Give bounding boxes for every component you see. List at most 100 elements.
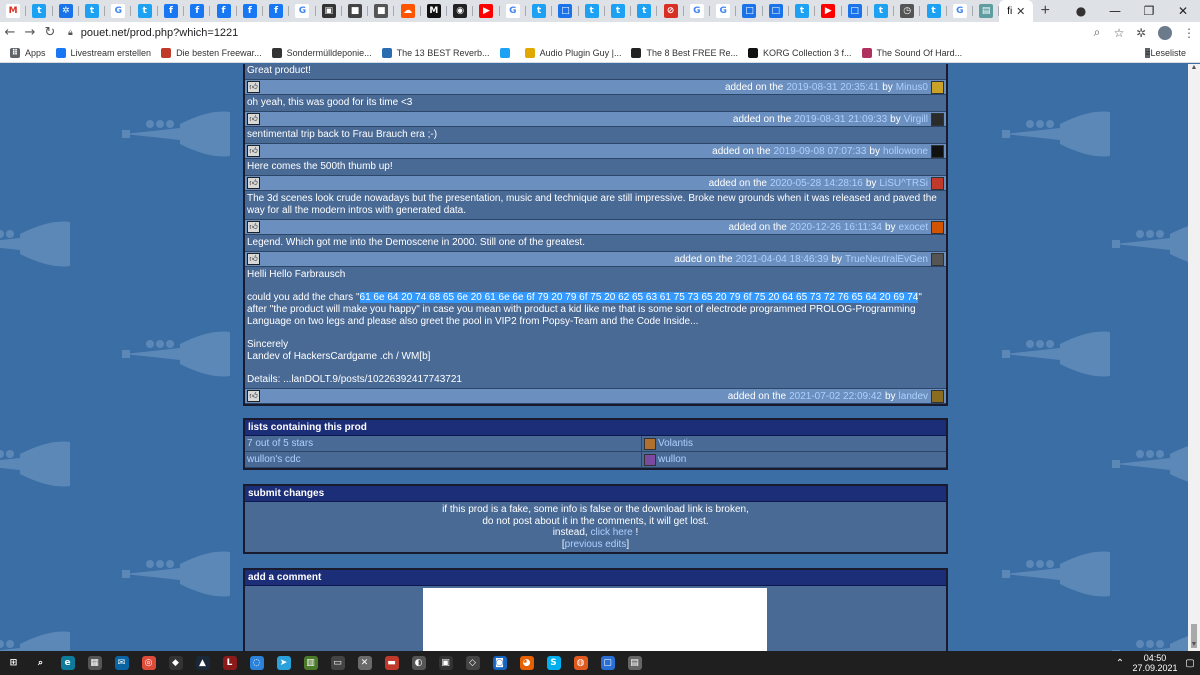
profile-avatar[interactable] xyxy=(1158,25,1172,40)
user-avatar[interactable] xyxy=(931,80,944,94)
taskbar-app[interactable]: ✕ xyxy=(351,651,378,675)
browser-tab[interactable]: t xyxy=(631,0,658,22)
bookmark-item[interactable]: ⠿ Apps xyxy=(10,47,46,58)
taskbar-app[interactable]: L xyxy=(216,651,243,675)
browser-tab[interactable]: ▶ xyxy=(815,0,842,22)
list-name-link[interactable]: 7 out of 5 stars xyxy=(245,436,642,451)
profile-circle-icon[interactable]: ● xyxy=(1064,0,1098,22)
vertical-scrollbar[interactable]: ▲ ▼ xyxy=(1188,64,1200,651)
browser-tab[interactable]: G xyxy=(105,0,132,22)
browser-tab[interactable]: ◉ xyxy=(447,0,474,22)
browser-tab[interactable]: ✲ xyxy=(53,0,79,22)
comment-timestamp[interactable]: 2019-08-31 20:35:41 xyxy=(786,82,879,93)
bookmark-item[interactable]: Livestream erstellen xyxy=(55,47,151,58)
new-tab-icon[interactable]: + xyxy=(1033,2,1057,20)
scroll-up-icon[interactable]: ▲ xyxy=(1188,64,1200,74)
taskbar-app[interactable]: ◆ xyxy=(162,651,189,675)
forward-icon[interactable]: → xyxy=(20,25,40,40)
reload-icon[interactable]: ↻ xyxy=(40,25,60,40)
comment-user-link[interactable]: LiSU^TRSi xyxy=(879,178,928,189)
browser-tab[interactable]: □ xyxy=(763,0,789,22)
browser-tab[interactable]: t xyxy=(579,0,605,22)
comment-timestamp[interactable]: 2021-04-04 18:46:39 xyxy=(736,254,829,265)
user-avatar[interactable] xyxy=(931,112,944,126)
comment-timestamp[interactable]: 2019-08-31 21:09:33 xyxy=(794,114,887,125)
taskbar-app[interactable]: S xyxy=(540,651,567,675)
user-avatar[interactable] xyxy=(931,144,944,158)
taskbar-app[interactable]: ▥ xyxy=(297,651,324,675)
browser-tab[interactable]: t xyxy=(789,0,816,22)
taskbar-app[interactable]: ▲ xyxy=(189,651,216,675)
notifications-icon[interactable]: ▢ xyxy=(1180,658,1200,669)
comment-user-link[interactable]: Minus0 xyxy=(896,82,928,93)
browser-tab[interactable]: M xyxy=(421,0,448,22)
browser-tab[interactable]: t xyxy=(26,0,53,22)
browser-tab[interactable]: ▶ xyxy=(473,0,500,22)
reading-list[interactable]: ≡ Leseliste xyxy=(1145,47,1186,58)
taskbar-app[interactable]: ▤ xyxy=(621,651,648,675)
bookmark-item[interactable]: Die besten Freewar... xyxy=(161,47,262,58)
browser-tab[interactable]: f xyxy=(263,0,290,22)
browser-tab[interactable]: □ xyxy=(736,0,763,22)
taskbar-app[interactable]: e xyxy=(54,651,81,675)
bookmark-item[interactable]: The 8 Best FREE Re... xyxy=(631,47,738,58)
browser-tab[interactable]: t xyxy=(920,0,947,22)
browser-tab[interactable]: ☁ xyxy=(394,0,421,22)
taskbar-app[interactable]: ◕ xyxy=(513,651,540,675)
back-icon[interactable]: ← xyxy=(0,25,20,40)
user-avatar[interactable] xyxy=(931,389,944,403)
taskbar-app[interactable]: ⊞ xyxy=(0,651,27,675)
taskbar-app[interactable]: ◇ xyxy=(459,651,486,675)
browser-tab[interactable]: ◷ xyxy=(894,0,921,22)
bookmark-item[interactable] xyxy=(499,47,515,58)
minimize-icon[interactable]: — xyxy=(1098,0,1132,22)
owner-avatar[interactable] xyxy=(644,453,656,466)
browser-tab[interactable]: M xyxy=(0,0,27,22)
clock[interactable]: 04:50 27.09.2021 xyxy=(1130,653,1180,673)
maximize-icon[interactable]: ❐ xyxy=(1132,0,1166,22)
browser-tab[interactable]: G xyxy=(684,0,711,22)
list-owner-link[interactable]: wullon xyxy=(658,454,686,465)
taskbar-app[interactable]: ◍ xyxy=(567,651,594,675)
bookmark-item[interactable]: Sondermülldeponie... xyxy=(271,47,372,58)
browser-tab[interactable]: t xyxy=(79,0,106,22)
zoom-icon[interactable]: ⌕ xyxy=(1086,25,1108,40)
browser-tab[interactable]: G xyxy=(947,0,973,22)
bookmark-star-icon[interactable]: ☆ xyxy=(1108,26,1130,40)
comment-user-link[interactable]: hollowone xyxy=(883,146,928,157)
browser-tab[interactable]: ■ xyxy=(342,0,369,22)
browser-tab[interactable]: □ xyxy=(552,0,579,22)
taskbar-app[interactable]: ▬ xyxy=(378,651,405,675)
taskbar-app[interactable]: ◌ xyxy=(243,651,270,675)
tray-chevron-icon[interactable]: ⌃ xyxy=(1110,658,1130,669)
comment-user-link[interactable]: Virgill xyxy=(904,114,928,125)
close-tab-icon[interactable]: ✕ xyxy=(1016,5,1025,18)
browser-tab-active[interactable]: fi ✕ xyxy=(999,0,1034,22)
browser-tab[interactable]: f xyxy=(210,0,237,22)
comment-timestamp[interactable]: 2021-07-02 22:09:42 xyxy=(789,391,882,402)
address-bar[interactable]: 🔒︎ pouet.net/prod.php?which=1221 xyxy=(60,23,1086,42)
browser-tab[interactable]: f xyxy=(158,0,185,22)
comment-user-link[interactable]: landev xyxy=(899,391,928,402)
user-avatar[interactable] xyxy=(931,220,944,234)
close-window-icon[interactable]: ✕ xyxy=(1166,0,1200,22)
comment-user-link[interactable]: TrueNeutralEvGen xyxy=(845,254,928,265)
menu-icon[interactable]: ⋮ xyxy=(1178,26,1200,40)
selected-hex-text[interactable]: 61 6e 64 20 74 68 65 6e 20 61 6e 6e 6f 7… xyxy=(359,292,919,303)
browser-tab[interactable]: t xyxy=(131,0,158,22)
extensions-icon[interactable]: ✲ xyxy=(1130,26,1152,40)
comment-textarea[interactable] xyxy=(423,588,767,651)
user-avatar[interactable] xyxy=(931,176,944,190)
scroll-down-icon[interactable]: ▼ xyxy=(1188,641,1200,651)
browser-tab[interactable]: t xyxy=(605,0,632,22)
browser-tab[interactable]: f xyxy=(237,0,263,22)
bookmark-item[interactable]: The Sound Of Hard... xyxy=(861,47,962,58)
bookmark-item[interactable]: The 13 BEST Reverb... xyxy=(381,47,490,58)
comment-timestamp[interactable]: 2020-12-26 16:11:34 xyxy=(790,222,882,233)
click-here-link[interactable]: click here xyxy=(591,527,633,538)
browser-tab[interactable]: t xyxy=(868,0,895,22)
list-name-link[interactable]: wullon's cdc xyxy=(245,452,642,467)
user-avatar[interactable] xyxy=(931,252,944,266)
browser-tab[interactable]: ⊘ xyxy=(657,0,684,22)
comment-user-link[interactable]: exocet xyxy=(899,222,928,233)
